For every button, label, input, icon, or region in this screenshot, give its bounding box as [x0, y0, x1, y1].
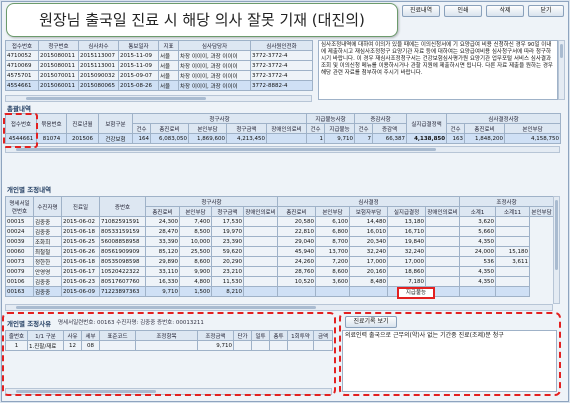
adjustment-scrollbar[interactable] — [553, 196, 560, 304]
col-header: 접수번호 — [5, 40, 39, 51]
table-row[interactable]: 00079 안영영 2015-06-17 10520422322 33,110 9,900… — [5, 266, 554, 277]
claim-list-table: 접수번호 청구번호 심사차수 통보일자 지표 심사담당자 심사원인전화 4710… — [5, 40, 313, 91]
detail-scrollbar[interactable] — [5, 388, 332, 395]
adjustment-table: 명세서일련번호 수진자명 진료일 증번호 청구사항 심사결정 조정사항 총진료비… — [5, 196, 555, 297]
detail-row[interactable]: 1 1.진찰/재료 12 08 9,710 — [5, 340, 333, 351]
summary-scrollbar[interactable] — [5, 146, 560, 153]
annotation-banner: 원장님 출국일 진료 시 해당 의사 잘못 기재 (대진의) — [6, 3, 398, 37]
col-header: 심사원인전화 — [250, 40, 313, 51]
table-row[interactable]: 4710052 2015080011 2015113007 2015-11-09 서울 차… — [5, 50, 313, 61]
table-row[interactable]: 00163 김중중 2015-06-09 71223897363 9,710 1,500 8… — [5, 286, 554, 297]
col-header: 지표 — [158, 40, 179, 51]
claim-list-scrollbar[interactable] — [5, 95, 312, 102]
table-row[interactable]: 00039 조화희 2015-06-25 56008858958 33,390 10,00… — [5, 236, 554, 247]
detail-header: 줄번호 1/1 구분 사유 세부 표준코드 조정항목 조정금액 단가 일투 총투… — [5, 330, 333, 341]
print-button[interactable]: 인쇄 — [444, 5, 482, 17]
summary-row[interactable]: 4544661 81074 201506 건강보험 164 6,083,050 … — [5, 133, 562, 144]
summary-table: 접수번호 묶음번호 진료년월 보험구분 청구사항 지급불능사항 증감사항 실지급… — [5, 113, 562, 144]
table-row[interactable]: 4710069 2015080011 2015113001 2015-11-09 서울 차… — [5, 60, 313, 71]
adjust-header-top: 명세서일련번호 수진자명 진료일 증번호 청구사항 심사결정 조정사항 — [5, 196, 555, 217]
detail-info: 명세서일련번호: 00163 수진자명: 김중중 증번호: 00013211 — [58, 320, 204, 326]
treatment-history-button[interactable]: 진료내역 — [402, 5, 440, 17]
adjustment-section-label: 개인별 조정내역 — [7, 186, 52, 194]
table-row[interactable]: 00073 정한한 2015-06-18 80535098598 29,890 8,600… — [5, 256, 554, 267]
table-row[interactable]: 00060 최철철 2015-06-26 80561909909 85,120 25,50… — [5, 246, 554, 257]
table-row[interactable]: 00106 김중중 2015-06-23 80517607760 16,330 4,800… — [5, 276, 554, 287]
notice-memo: 심사조정내역에 대하여 이의가 있을 때에는 이의신청서에 기 요양급여 비용 … — [318, 40, 558, 100]
unable-to-pay-badge: 지급불능 — [397, 287, 435, 299]
adjustment-h-scrollbar[interactable] — [5, 304, 553, 311]
notice-memo-scrollbar[interactable] — [558, 40, 565, 100]
delete-button[interactable]: 삭제 — [486, 5, 524, 17]
close-button[interactable]: 닫기 — [528, 5, 564, 17]
summary-section-label: 총괄내역 — [7, 105, 31, 113]
adjustment-reason-memo: 의료인력 출국으로 근무의(약)사 없는 기간중 진료(조제)분 청구 — [342, 330, 557, 392]
table-row[interactable]: 00015 김중중 2015-06-02 71082591591 24,300 7,400… — [5, 216, 554, 227]
col-header: 청구번호 — [38, 40, 79, 51]
col-header: 심사차수 — [78, 40, 119, 51]
table-row[interactable]: 00024 김중중 2015-06-18 80533159159 28,470 8,500… — [5, 226, 554, 237]
table-row[interactable]: 4575701 2015070011 2015090032 2015-09-07 서울 차… — [5, 70, 313, 81]
adjust-rows: 00015 김중중 2015-06-02 71082591591 24,300 7,400… — [5, 216, 554, 297]
view-medical-record-button[interactable]: 진료기록 보기 — [345, 316, 397, 328]
summary-header-top: 접수번호 묶음번호 진료년월 보험구분 청구사항 지급불능사항 증감사항 실지급… — [5, 113, 562, 134]
table-row-selected[interactable]: 4554661 2015060011 2015080065 2015-08-26 서울 차… — [5, 80, 313, 91]
col-header: 통보일자 — [118, 40, 159, 51]
detail-section-label: 개인별 조정사유 — [7, 320, 52, 328]
col-header: 심사담당자 — [178, 40, 251, 51]
claim-list-header: 접수번호 청구번호 심사차수 통보일자 지표 심사담당자 심사원인전화 — [5, 40, 313, 51]
detail-table: 줄번호 1/1 구분 사유 세부 표준코드 조정항목 조정금액 단가 일투 총투… — [5, 330, 333, 351]
